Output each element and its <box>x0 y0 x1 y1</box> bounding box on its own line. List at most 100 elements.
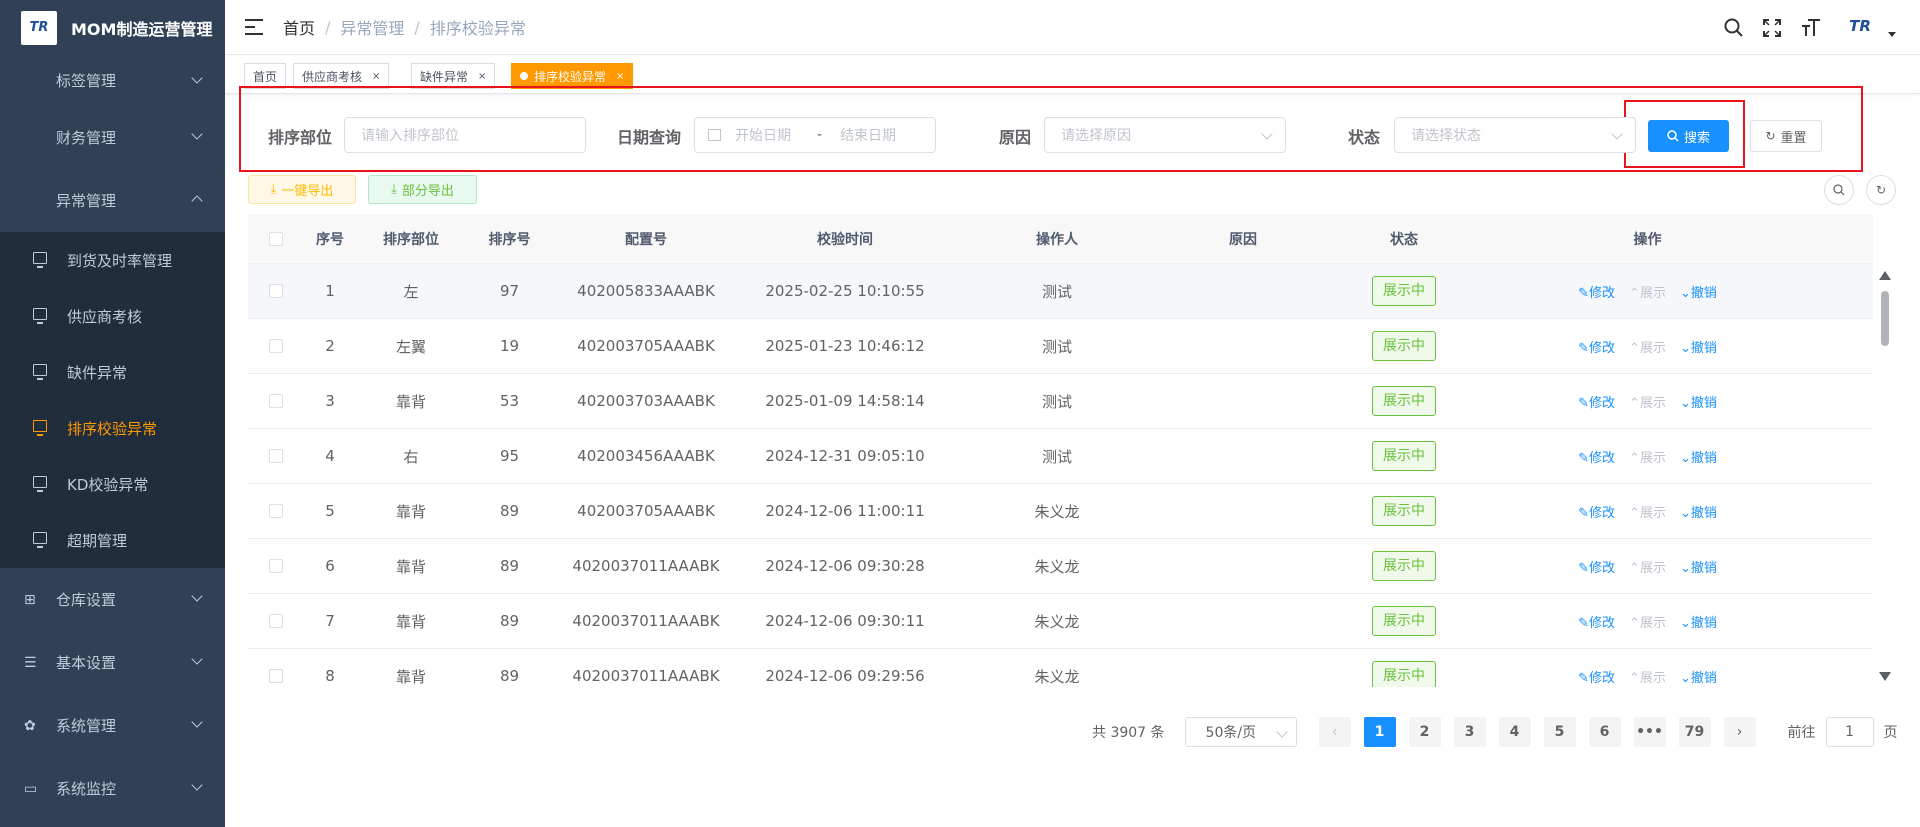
select-all-checkbox[interactable] <box>269 231 283 246</box>
page-button[interactable]: 4 <box>1498 717 1531 747</box>
cancel-button[interactable]: ⌄撤销 <box>1680 502 1717 521</box>
export-part-button[interactable]: ⤓ 部分导出 <box>368 175 477 204</box>
page-button[interactable]: 2 <box>1408 717 1441 747</box>
sidebar-item-finance[interactable]: 财务管理 <box>0 106 225 169</box>
table-body: 1 左 97 402005833AAABK 2025-02-25 10:10:55 测试展… <box>248 264 1873 687</box>
show-button[interactable]: ⌃展示 <box>1629 337 1666 356</box>
show-button[interactable]: ⌃展示 <box>1629 557 1666 576</box>
edit-label: 修改 <box>1589 340 1616 356</box>
row-checkbox[interactable] <box>269 504 283 518</box>
row-checkbox[interactable] <box>269 339 283 353</box>
export-all-button[interactable]: ⤓ 一键导出 <box>248 175 356 204</box>
cancel-button[interactable]: ⌄撤销 <box>1680 667 1717 686</box>
toggle-search-button[interactable] <box>1824 175 1854 205</box>
download-icon: ⤓ <box>270 182 277 197</box>
table-row[interactable]: 8 靠背 89 4020037011AAABK 2024-12-06 09:29:56 朱… <box>248 649 1873 687</box>
sidebar-item-warehouse[interactable]: ⊞ 仓库设置 <box>0 568 225 631</box>
sidebar-item-basic-settings[interactable]: ☰ 基本设置 <box>0 631 225 694</box>
cancel-button[interactable]: ⌄撤销 <box>1680 447 1717 466</box>
row-checkbox[interactable] <box>269 284 283 298</box>
avatar[interactable]: TR <box>1840 17 1880 39</box>
sidebar-item-overdue[interactable]: 超期管理 <box>0 512 225 568</box>
edit-button[interactable]: ✎修改 <box>1578 392 1615 411</box>
search-button[interactable]: 搜索 <box>1648 120 1729 152</box>
column-header: 原因 <box>1229 231 1257 248</box>
cancel-button[interactable]: ⌄撤销 <box>1680 337 1717 356</box>
sidebar-item-exception[interactable]: 异常管理 <box>0 169 225 232</box>
status-select[interactable]: 请选择状态 <box>1394 117 1636 153</box>
close-icon[interactable]: × <box>372 71 380 82</box>
table-row[interactable]: 5 靠背 89 402003705AAABK 2024-12-06 11:00:11 朱义… <box>248 484 1873 539</box>
show-button[interactable]: ⌃展示 <box>1629 667 1666 686</box>
row-checkbox[interactable] <box>269 614 283 628</box>
page-button[interactable]: 5 <box>1543 717 1576 747</box>
date-range-input[interactable]: 开始日期 - 结束日期 <box>694 117 936 153</box>
cell-operator: 朱义龙 <box>1034 612 1080 631</box>
page-button[interactable]: 3 <box>1453 717 1486 747</box>
cancel-button[interactable]: ⌄撤销 <box>1680 612 1717 631</box>
sidebar-item-system-monitor[interactable]: ▭ 系统监控 <box>0 757 225 820</box>
row-checkbox[interactable] <box>269 559 283 573</box>
page-size-select[interactable]: 50条/页 <box>1184 717 1297 747</box>
navbar: 首页 / 异常管理 / 排序校验异常 TR <box>225 0 1920 55</box>
table-row[interactable]: 4 右 95 402003456AAABK 2024-12-31 09:05:10 测试 展… <box>248 429 1873 484</box>
cancel-button[interactable]: ⌄撤销 <box>1680 392 1717 411</box>
reason-select[interactable]: 请选择原因 <box>1044 117 1286 153</box>
row-checkbox[interactable] <box>269 669 283 683</box>
table-row[interactable]: 2 左翼 19 402003705AAABK 2025-01-23 10:46:12 测试… <box>248 319 1873 374</box>
edit-button[interactable]: ✎修改 <box>1578 502 1615 521</box>
caret-down-icon[interactable] <box>1888 32 1896 37</box>
row-checkbox[interactable] <box>269 449 283 463</box>
scroll-up-arrow-icon[interactable] <box>1879 271 1891 280</box>
refresh-button[interactable]: ↻ <box>1866 175 1896 205</box>
prev-page-button[interactable]: ‹ <box>1318 717 1351 747</box>
page-button[interactable]: 6 <box>1588 717 1621 747</box>
cell-no: 3 <box>325 392 335 410</box>
font-size-icon[interactable] <box>1800 18 1822 38</box>
edit-label: 修改 <box>1589 670 1616 686</box>
cancel-button[interactable]: ⌄撤销 <box>1680 557 1717 576</box>
page-button[interactable]: 1 <box>1363 717 1396 747</box>
hamburger-icon[interactable] <box>245 19 263 35</box>
dept-input[interactable]: 请输入排序部位 <box>344 117 586 153</box>
edit-button[interactable]: ✎修改 <box>1578 447 1615 466</box>
table-row[interactable]: 3 靠背 53 402003703AAABK 2025-01-09 14:58:14 测试… <box>248 374 1873 429</box>
sidebar-item-sequence-check[interactable]: 排序校验异常 <box>0 400 225 456</box>
cancel-button[interactable]: ⌄撤销 <box>1680 282 1717 301</box>
edit-button[interactable]: ✎修改 <box>1578 282 1615 301</box>
row-checkbox[interactable] <box>269 394 283 408</box>
more-pages-button[interactable]: ••• <box>1633 717 1666 747</box>
sidebar-item-label-mgmt[interactable]: 标签管理 <box>0 55 225 106</box>
reset-button[interactable]: ↻ 重置 <box>1750 120 1822 152</box>
show-button[interactable]: ⌃展示 <box>1629 282 1666 301</box>
table-row[interactable]: 1 左 97 402005833AAABK 2025-02-25 10:10:55 测试 展… <box>248 264 1873 319</box>
sidebar-item-arrival-rate[interactable]: 到货及时率管理 <box>0 232 225 288</box>
edit-button[interactable]: ✎修改 <box>1578 667 1615 686</box>
show-button[interactable]: ⌃展示 <box>1629 612 1666 631</box>
close-icon[interactable]: × <box>616 71 624 82</box>
sidebar-item-label: 标签管理 <box>56 72 117 90</box>
sidebar-item-system-mgmt[interactable]: ✿ 系统管理 <box>0 694 225 757</box>
edit-button[interactable]: ✎修改 <box>1578 337 1615 356</box>
show-button[interactable]: ⌃展示 <box>1629 447 1666 466</box>
table-row[interactable]: 6 靠背 89 4020037011AAABK 2024-12-06 09:30:28 朱… <box>248 539 1873 594</box>
breadcrumb-item[interactable]: 首页 <box>283 15 315 39</box>
goto-page-input[interactable]: 1 <box>1825 717 1874 747</box>
table-row[interactable]: 7 靠背 89 4020037011AAABK 2024-12-06 09:30:11 朱… <box>248 594 1873 649</box>
sidebar-item-missing-parts[interactable]: 缺件异常 <box>0 344 225 400</box>
show-button[interactable]: ⌃展示 <box>1629 502 1666 521</box>
search-icon[interactable] <box>1724 18 1744 38</box>
table-scrollbar[interactable] <box>1878 268 1892 681</box>
scroll-down-arrow-icon[interactable] <box>1879 672 1891 681</box>
fullscreen-icon[interactable] <box>1762 18 1782 38</box>
edit-button[interactable]: ✎修改 <box>1578 612 1615 631</box>
close-icon[interactable]: × <box>478 71 486 82</box>
sidebar-item-kd-check[interactable]: KD校验异常 <box>0 456 225 512</box>
breadcrumb-item[interactable]: 异常管理 <box>340 15 404 39</box>
sidebar-item-supplier-assessment[interactable]: 供应商考核 <box>0 288 225 344</box>
next-page-button[interactable]: › <box>1723 717 1756 747</box>
page-button[interactable]: 79 <box>1678 717 1711 747</box>
edit-button[interactable]: ✎修改 <box>1578 557 1615 576</box>
show-button[interactable]: ⌃展示 <box>1629 392 1666 411</box>
scrollbar-thumb[interactable] <box>1881 291 1889 346</box>
